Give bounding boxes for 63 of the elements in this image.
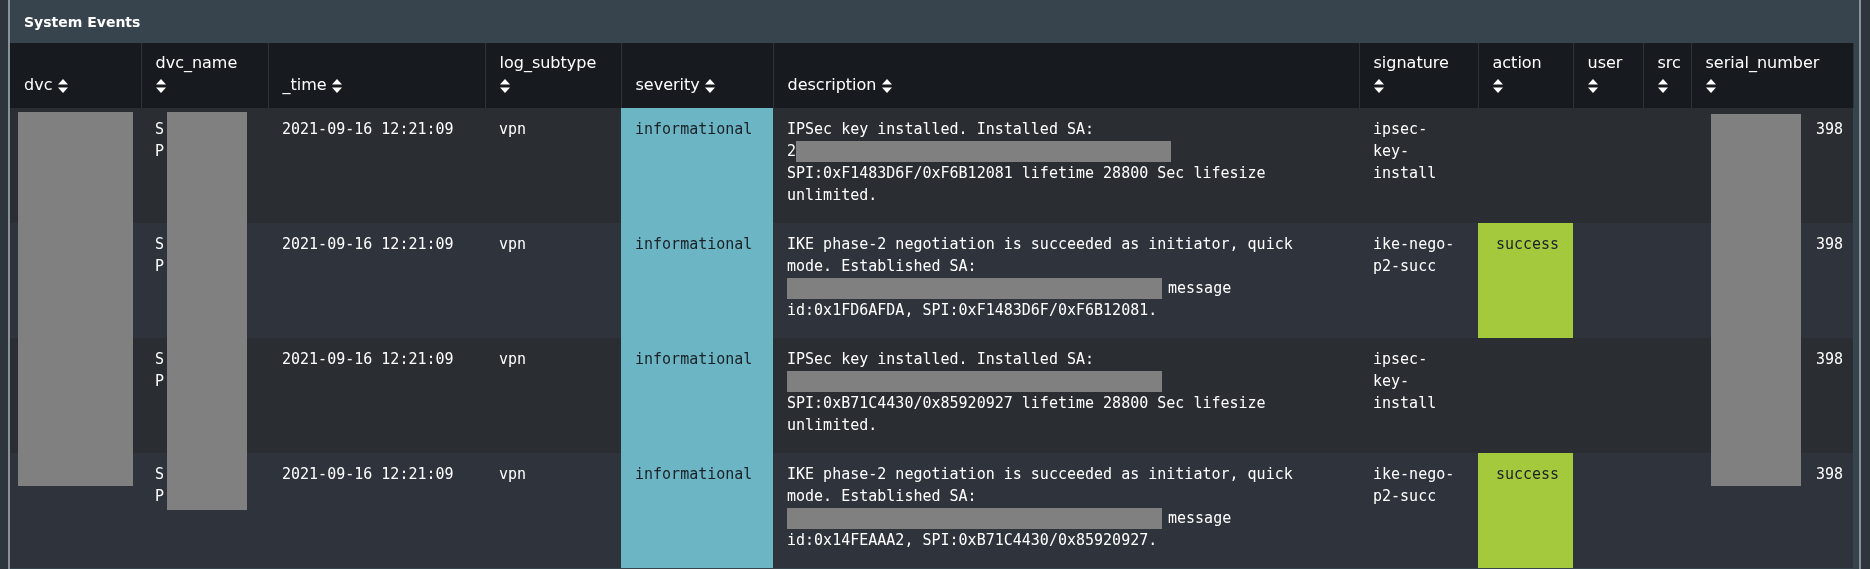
table-cell-text: vpn	[499, 350, 527, 368]
column-header[interactable]: dvc	[10, 43, 141, 108]
table-cell-text: S	[155, 235, 165, 253]
description-text: message	[1168, 509, 1232, 527]
description-text: SPI:0xB71C4430/0x85920927 lifetime 28800 Sec lifesize	[787, 394, 1266, 412]
table-cell-text: P	[155, 372, 165, 390]
table-cell-text: ipsec-	[1373, 350, 1428, 368]
table-cell-text: vpn	[499, 465, 527, 483]
table-cell-text: 2021-09-16 12:21:09	[282, 350, 454, 368]
description-text: id:0x1FD6AFDA, SPI:0xF1483D6F/0xF6B12081.	[787, 301, 1158, 319]
severity-cell: informational	[621, 453, 773, 568]
action-cell: success	[1478, 453, 1573, 568]
table-cell-text: 2021-09-16 12:21:09	[282, 465, 454, 483]
severity-cell: informational	[621, 108, 773, 223]
column-header[interactable]: action	[1478, 43, 1573, 108]
table-cell-text: P	[155, 487, 165, 505]
description-text: mode. Established SA:	[787, 487, 977, 505]
table-cell-text: 398	[1815, 120, 1843, 138]
column-header[interactable]: serial_number	[1691, 43, 1853, 108]
table-cell-text: vpn	[499, 120, 527, 138]
description-text: unlimited.	[787, 186, 878, 204]
description-text: mode. Established SA:	[787, 257, 977, 275]
column-header[interactable]: severity	[621, 43, 773, 108]
panel-title: System Events	[24, 13, 141, 30]
column-header[interactable]: dvc_name	[141, 43, 268, 108]
table-cell-text: 2021-09-16 12:21:09	[282, 235, 454, 253]
table-cell-text: S	[155, 350, 165, 368]
column-header[interactable]: src	[1643, 43, 1691, 108]
table-cell-text: 398	[1815, 350, 1843, 368]
description-text: IKE phase-2 negotiation is succeeded as initiator, quick	[787, 235, 1293, 253]
action-cell: success	[1478, 223, 1573, 338]
table-cell-text: 2021-09-16 12:21:09	[282, 120, 454, 138]
table-cell-text: key-	[1373, 372, 1410, 390]
description-text: IKE phase-2 negotiation is succeeded as initiator, quick	[787, 465, 1293, 483]
table-cell-text: P	[155, 257, 165, 275]
description-text: id:0x14FEAAA2, SPI:0xB71C4430/0x85920927.	[787, 531, 1158, 549]
column-header[interactable]: _time	[268, 43, 485, 108]
description-text: message	[1168, 279, 1232, 297]
table-cell-text: install	[1373, 394, 1437, 412]
table-cell-text: install	[1373, 164, 1437, 182]
column-header[interactable]: signature	[1359, 43, 1478, 108]
description-text: IPSec key installed. Installed SA:	[787, 120, 1095, 138]
description-text: 2	[787, 142, 797, 160]
table-cell-text: ike-nego-	[1373, 465, 1455, 483]
column-header[interactable]: user	[1573, 43, 1643, 108]
severity-cell: informational	[621, 338, 773, 453]
table-cell-text: 398	[1815, 235, 1843, 253]
table-cell-text: p2-succ	[1373, 487, 1437, 505]
description-text: unlimited.	[787, 416, 878, 434]
description-text: SPI:0xF1483D6F/0xF6B12081 lifetime 28800 Sec lifesize	[787, 164, 1266, 182]
table-cell-text: 398	[1815, 465, 1843, 483]
table-cell-text: vpn	[499, 235, 527, 253]
column-header[interactable]: description	[773, 43, 1359, 108]
table-cell-text: ike-nego-	[1373, 235, 1455, 253]
description-text: IPSec key installed. Installed SA:	[787, 350, 1095, 368]
table-cell-text: ipsec-	[1373, 120, 1428, 138]
table-cell-text: p2-succ	[1373, 257, 1437, 275]
table-cell-text: S	[155, 465, 165, 483]
column-header[interactable]: log_subtype	[485, 43, 621, 108]
table-cell-text: S	[155, 120, 165, 138]
severity-cell: informational	[621, 223, 773, 338]
table-cell-text: P	[155, 142, 165, 160]
table-cell-text: key-	[1373, 142, 1410, 160]
